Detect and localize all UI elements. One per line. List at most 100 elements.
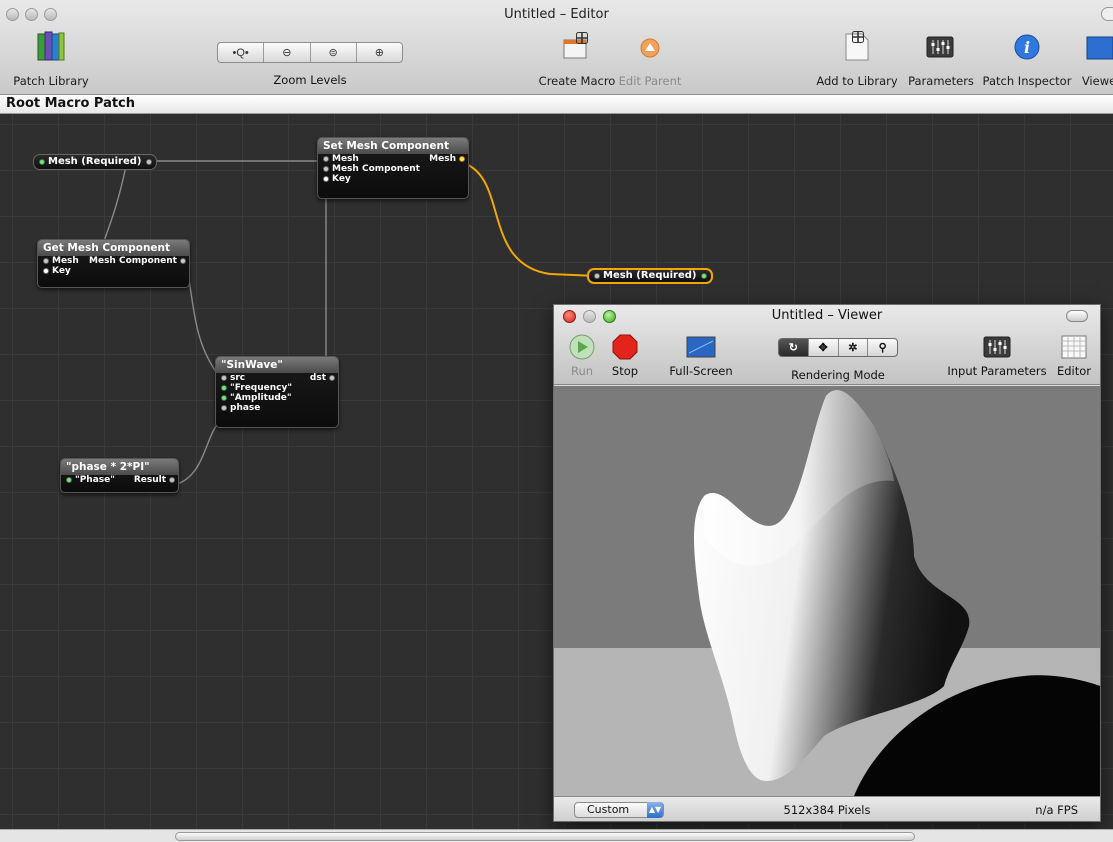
port-label: Mesh Component xyxy=(89,256,177,266)
create-macro-icon xyxy=(563,32,588,59)
zoom-in-icon[interactable]: ⊕ xyxy=(357,43,402,62)
wire-mesh-to-get-mesh xyxy=(102,165,127,245)
magnifier-icon[interactable]: ⚲ xyxy=(868,339,897,356)
create-macro-label: Create Macro xyxy=(538,74,616,88)
input-port-key[interactable]: Key xyxy=(38,266,189,276)
patch-title: "SinWave" xyxy=(216,357,338,373)
fullscreen-button[interactable]: Full-Screen xyxy=(669,333,733,378)
rendered-mesh-image xyxy=(554,386,1100,796)
edit-parent-button[interactable]: Edit Parent xyxy=(619,30,681,88)
parameters-button[interactable]: Parameters xyxy=(908,30,974,88)
fullscreen-label: Full-Screen xyxy=(669,364,733,378)
port-label: phase xyxy=(230,403,261,413)
sinwave-patch[interactable]: "SinWave" src dst "Frequency" "Amplitude… xyxy=(215,356,339,428)
edit-parent-icon xyxy=(640,38,660,58)
port-dot[interactable] xyxy=(39,159,45,165)
output-port-result[interactable]: Result xyxy=(134,475,175,485)
mesh-input-patch[interactable]: Mesh (Required) xyxy=(33,154,157,170)
input-port-phase[interactable]: "Phase" Result xyxy=(61,475,178,485)
rendering-mode-control[interactable]: ↻ ✥ ✲ ⚲ xyxy=(778,338,898,357)
port-label: Key xyxy=(52,266,71,276)
viewer-label: Viewe xyxy=(1081,74,1113,88)
play-icon xyxy=(569,334,595,360)
stop-button[interactable]: Stop xyxy=(610,333,640,378)
input-port-mesh[interactable]: Mesh Mesh Component xyxy=(38,256,189,266)
add-to-library-button[interactable]: Add to Library xyxy=(816,30,898,88)
patch-inspector-button[interactable]: i Patch Inspector xyxy=(983,30,1071,88)
zoom-out-icon[interactable]: ⊖ xyxy=(264,43,311,62)
add-document-icon xyxy=(845,31,869,61)
editor-toolbar: Untitled – Editor Patch Library •Q• ⊖ ⊜ … xyxy=(0,0,1113,95)
breadcrumb-root-macro-patch[interactable]: Root Macro Patch xyxy=(6,96,135,111)
input-port-key[interactable]: Key xyxy=(318,174,468,184)
port-label: "Amplitude" xyxy=(230,393,292,403)
viewer-button[interactable]: Viewe xyxy=(1082,30,1113,88)
input-port-mesh[interactable]: Mesh Mesh xyxy=(318,154,468,164)
port-label: "Frequency" xyxy=(230,383,293,393)
patch-title: "phase * 2*PI" xyxy=(61,459,178,475)
rotate-icon[interactable]: ↻ xyxy=(779,339,809,356)
sliders-icon xyxy=(983,336,1011,358)
port-label: Mesh xyxy=(332,154,359,164)
horizontal-scrollbar[interactable] xyxy=(0,829,1113,842)
port-dot[interactable] xyxy=(700,273,707,279)
output-port-mesh[interactable]: Mesh xyxy=(429,154,465,164)
wire-set-mesh-to-output xyxy=(459,161,598,277)
viewer-toolbar-toggle[interactable] xyxy=(1066,310,1088,322)
math-expression-patch[interactable]: "phase * 2*PI" "Phase" Result xyxy=(60,458,179,493)
render-view[interactable] xyxy=(554,386,1100,796)
port-label: Key xyxy=(332,174,351,184)
toolbar-toggle-button[interactable] xyxy=(1101,7,1113,21)
patch-library-button[interactable]: Patch Library xyxy=(13,30,89,88)
info-icon: i xyxy=(1014,34,1040,60)
move-icon[interactable]: ✥ xyxy=(809,339,839,356)
scrollbar-thumb[interactable] xyxy=(175,832,915,841)
viewer-toolbar: Untitled – Viewer Run Stop Full-Screen ↻ xyxy=(554,305,1100,385)
port-dot[interactable] xyxy=(145,159,152,165)
rendering-mode-label: Rendering Mode xyxy=(791,368,885,382)
input-port-amplitude[interactable]: "Amplitude" xyxy=(216,393,338,403)
port-label: dst xyxy=(309,373,326,383)
viewer-window-icon xyxy=(1086,36,1113,60)
bug-icon[interactable]: ✲ xyxy=(839,339,869,356)
fullscreen-icon xyxy=(686,336,716,358)
stop-icon xyxy=(612,334,638,360)
zoom-levels-label: Zoom Levels xyxy=(273,73,347,87)
get-mesh-component-patch[interactable]: Get Mesh Component Mesh Mesh Component K… xyxy=(37,239,190,288)
zoom-actual-icon[interactable]: ⊜ xyxy=(311,43,357,62)
pixel-size-readout: 512x384 Pixels xyxy=(783,803,871,817)
viewer-title: Untitled – Viewer xyxy=(771,308,883,323)
input-parameters-label: Input Parameters xyxy=(947,364,1047,378)
viewer-window[interactable]: Untitled – Viewer Run Stop Full-Screen ↻ xyxy=(553,304,1101,822)
port-label: src xyxy=(230,373,246,383)
output-port-dst[interactable]: dst xyxy=(309,373,335,383)
input-port-phase[interactable]: phase xyxy=(216,403,338,413)
add-to-library-label: Add to Library xyxy=(816,74,898,88)
zoom-fit-icon[interactable]: •Q• xyxy=(218,43,265,62)
mesh-input-label: Mesh (Required) xyxy=(48,156,142,167)
parameters-label: Parameters xyxy=(908,74,974,88)
port-label: Mesh Component xyxy=(332,164,420,174)
window-title: Untitled – Editor xyxy=(504,7,609,22)
input-parameters-button[interactable]: Input Parameters xyxy=(947,333,1047,378)
patch-inspector-label: Patch Inspector xyxy=(982,74,1072,88)
zoom-levels-control[interactable]: •Q• ⊖ ⊜ ⊕ xyxy=(217,42,403,63)
run-button[interactable]: Run xyxy=(567,333,597,378)
set-mesh-component-patch[interactable]: Set Mesh Component Mesh Mesh Mesh Compon… xyxy=(317,137,469,199)
grid-editor-icon xyxy=(1061,335,1087,359)
patch-title: Get Mesh Component xyxy=(38,240,189,256)
editor-button[interactable]: Editor xyxy=(1057,333,1091,378)
input-port-src[interactable]: src dst xyxy=(216,373,338,383)
port-dot[interactable] xyxy=(594,273,600,279)
wire-math-to-sinwave-phase xyxy=(172,419,222,486)
breadcrumb: Root Macro Patch xyxy=(0,95,1113,114)
patch-title: Set Mesh Component xyxy=(318,138,468,154)
viewer-status-bar: Custom ▲▼ 512x384 Pixels n/a FPS xyxy=(554,796,1100,821)
mesh-output-patch[interactable]: Mesh (Required) xyxy=(587,268,713,284)
create-macro-button[interactable]: Create Macro xyxy=(539,30,615,88)
edit-parent-label: Edit Parent xyxy=(618,74,682,88)
input-port-mesh-component[interactable]: Mesh Component xyxy=(318,164,468,174)
port-label: Mesh xyxy=(52,256,79,266)
input-port-frequency[interactable]: "Frequency" xyxy=(216,383,338,393)
output-port-mesh-component[interactable]: Mesh Component xyxy=(89,256,186,266)
